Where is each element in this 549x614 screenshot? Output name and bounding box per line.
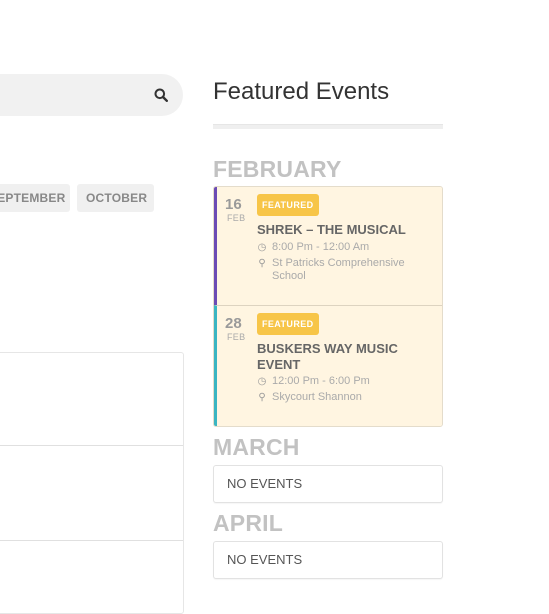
month-heading-february: FEBRUARY xyxy=(213,156,342,182)
calendar-card xyxy=(0,352,184,614)
divider xyxy=(0,540,183,541)
month-tab-october[interactable]: OCTOBER xyxy=(77,184,154,212)
event-time-text: 12:00 Pm - 6:00 Pm xyxy=(272,375,370,387)
event-time-text: 8:00 Pm - 12:00 Am xyxy=(272,241,370,253)
search-bar[interactable] xyxy=(0,74,183,116)
event-title[interactable]: BUSKERS WAY MUSIC EVENT xyxy=(257,341,435,373)
featured-badge: FEATURED xyxy=(257,194,319,216)
divider xyxy=(0,445,183,446)
event-month: FEB xyxy=(227,213,246,223)
no-events-april: NO EVENTS xyxy=(213,541,443,579)
month-heading-april: APRIL xyxy=(213,510,283,536)
event-item[interactable]: 28 FEB FEATURED BUSKERS WAY MUSIC EVENT … xyxy=(214,305,442,426)
event-day: 16 xyxy=(225,196,242,213)
event-item[interactable]: 16 FEB FEATURED SHREK – THE MUSICAL ◷ 8:0… xyxy=(214,187,442,306)
february-events: 16 FEB FEATURED SHREK – THE MUSICAL ◷ 8:0… xyxy=(213,186,443,427)
no-events-march: NO EVENTS xyxy=(213,465,443,503)
search-icon[interactable] xyxy=(151,85,171,105)
map-pin-icon: ⚲ xyxy=(258,392,266,403)
event-location-text: Skycourt Shannon xyxy=(272,391,362,403)
sidebar-title: Featured Events xyxy=(213,78,390,105)
map-pin-icon: ⚲ xyxy=(258,258,266,269)
featured-badge: FEATURED xyxy=(257,313,319,335)
month-tab-september[interactable]: SEPTEMBER xyxy=(0,184,70,212)
clock-icon: ◷ xyxy=(257,376,267,387)
event-title[interactable]: SHREK – THE MUSICAL xyxy=(257,222,435,238)
event-time: ◷ 12:00 Pm - 6:00 Pm xyxy=(257,375,422,388)
event-day: 28 xyxy=(225,315,242,332)
event-time: ◷ 8:00 Pm - 12:00 Am xyxy=(257,241,422,254)
event-month: FEB xyxy=(227,332,246,342)
clock-icon: ◷ xyxy=(257,242,267,253)
month-heading-march: MARCH xyxy=(213,434,300,460)
event-location: ⚲ St Patricks Comprehensive School xyxy=(257,257,422,283)
event-location-text: St Patricks Comprehensive School xyxy=(272,257,405,282)
event-location: ⚲ Skycourt Shannon xyxy=(257,391,422,404)
title-divider xyxy=(213,124,443,129)
